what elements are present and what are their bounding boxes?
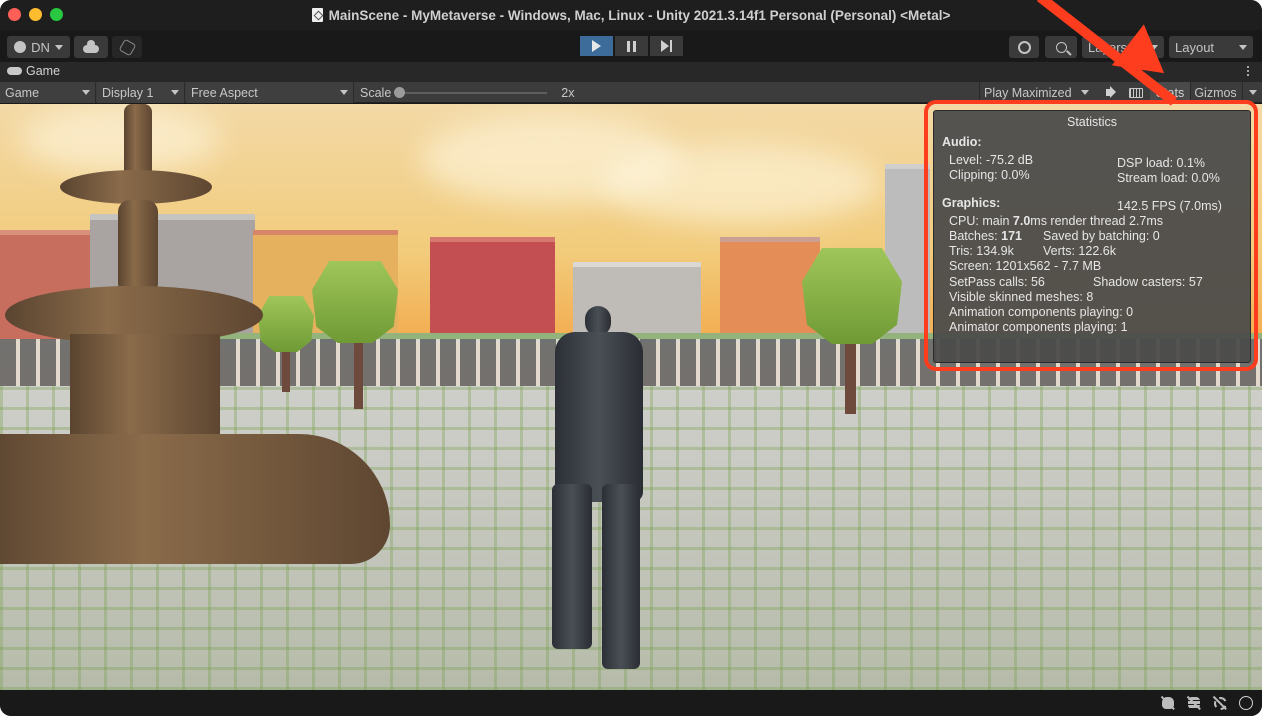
aspect-label: Free Aspect [191,85,258,100]
chevron-down-icon [340,90,348,95]
shadow-casters: Shadow casters: 57 [1093,275,1203,289]
pause-button[interactable] [615,36,648,56]
account-label: DN [31,39,50,55]
cache-server-icon[interactable] [1186,695,1202,711]
window-controls [8,8,63,21]
audio-heading: Audio: [942,135,982,149]
cloud [600,144,880,224]
fps-readout: 142.5 FPS (7.0ms) [1117,199,1222,213]
account-icon [14,41,27,53]
chevron-down-icon [54,44,63,50]
cpu-timing: CPU: main 7.0ms render thread 2.7ms [949,214,1163,228]
unity-editor-window: MainScene - MyMetaverse - Windows, Mac, … [0,0,1262,716]
keyboard-icon [1129,87,1143,98]
play-maximized-label: Play Maximized [984,85,1072,100]
scale-slider-handle[interactable] [394,86,406,98]
screen-info: Screen: 1201x562 - 7.7 MB [949,259,1102,273]
tree [802,248,902,344]
unity-document-icon [311,8,323,22]
tree-trunk [354,334,363,409]
tab-game[interactable]: Game [7,64,60,78]
window-title-text: MainScene - MyMetaverse - Windows, Mac, … [328,7,951,23]
step-icon [661,40,672,52]
scale-slider[interactable] [394,86,548,98]
tab-game-label: Game [26,64,61,78]
chevron-down-icon [1239,44,1247,50]
player-leg-left [552,484,592,649]
animator-components: Animator components playing: 1 [949,320,1128,334]
search-button[interactable] [1045,36,1077,58]
minimize-window-button[interactable] [29,8,42,21]
gamepad-icon [7,67,22,75]
play-button[interactable] [580,36,613,56]
account-dropdown[interactable]: DN [7,36,70,58]
maximize-window-button[interactable] [50,8,63,21]
setpass-calls: SetPass calls: 56 [949,275,1045,289]
auto-generate-lighting-icon[interactable] [1212,695,1228,711]
close-window-button[interactable] [8,8,21,21]
step-button[interactable] [650,36,683,56]
audio-level: Level: -75.2 dB [949,153,1034,167]
batches: Batches: 171 [949,229,1022,243]
tree [258,296,314,352]
search-icon [1055,41,1067,53]
animation-components: Animation components playing: 0 [949,305,1134,319]
chevron-down-icon [1248,90,1257,95]
display-label: Display 1 [102,85,154,100]
fountain-upper-basin [60,170,212,204]
window-title: MainScene - MyMetaverse - Windows, Mac, … [311,7,951,23]
layout-label: Layout [1175,39,1215,55]
player-character [555,332,643,502]
progress-check-icon[interactable] [1238,695,1254,711]
statistics-title: Statistics [1066,115,1117,129]
scale-control: Scale 2x [360,82,574,103]
plastic-scm-icon [118,38,136,56]
cloud [20,104,220,174]
pause-icon [627,40,636,52]
audio-clipping: Clipping: 0.0% [949,168,1030,182]
view-mode-label: Game [5,85,40,100]
aspect-dropdown[interactable]: Free Aspect [186,82,354,103]
view-mode-dropdown[interactable]: Game [0,82,96,103]
cloud-icon [83,40,99,53]
play-icon [592,40,601,52]
visible-skinned-meshes: Visible skinned meshes: 8 [949,290,1094,304]
debug-mode-icon[interactable] [1160,695,1176,711]
chevron-down-icon [1081,90,1089,95]
layout-dropdown[interactable]: Layout [1169,36,1253,58]
collab-button[interactable] [112,36,142,58]
status-icons [1160,695,1254,711]
game-tab-bar: Game [0,62,1262,82]
tree [312,261,398,343]
display-dropdown[interactable]: Display 1 [97,82,185,103]
more-options-button[interactable] [1247,66,1249,76]
graphics-heading: Graphics: [942,196,1001,210]
speaker-icon [1105,89,1111,96]
stream-load: Stream load: 0.0% [1117,171,1220,185]
tris-count: Tris: 134.9k [949,244,1014,258]
cloud-button[interactable] [74,36,108,58]
fountain-column [118,200,158,295]
status-bar [0,690,1262,716]
player-leg-right [602,484,640,669]
undo-history-button[interactable] [1009,36,1039,58]
scale-label: Scale [360,85,392,100]
chevron-down-icon [82,90,90,95]
scale-value: 2x [561,85,575,100]
verts-count: Verts: 122.6k [1043,244,1116,258]
history-icon [1017,40,1031,54]
statistics-panel: Statistics Audio: Level: -75.2 dB Clippi… [933,110,1251,363]
dsp-load: DSP load: 0.1% [1117,156,1206,170]
chevron-down-icon [171,90,179,95]
tree-trunk [845,336,856,414]
building [430,237,555,340]
saved-by-batching: Saved by batching: 0 [1043,229,1160,243]
playmode-controls [580,36,683,56]
fountain-pool-wall [0,434,390,564]
